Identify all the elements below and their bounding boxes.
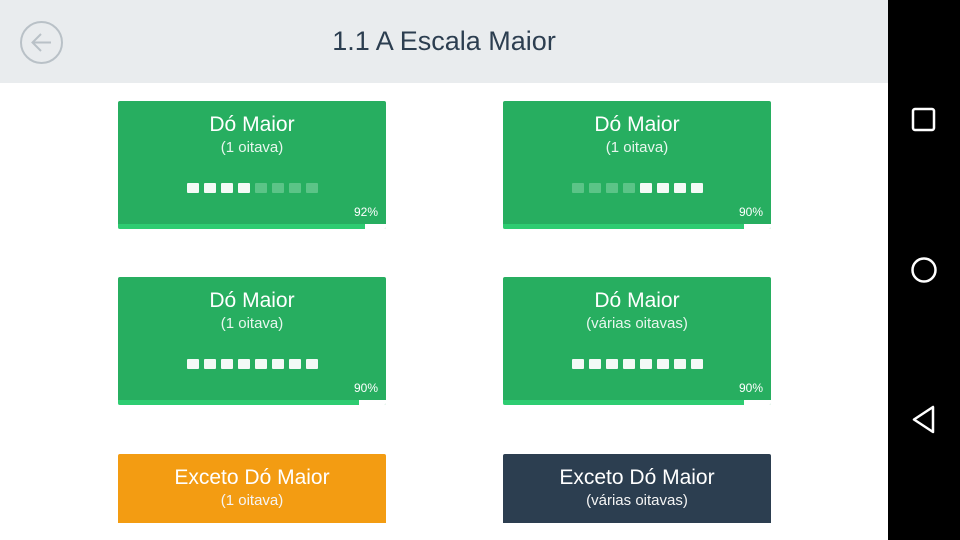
progress-dot-empty — [288, 183, 301, 193]
home-icon[interactable] — [888, 235, 960, 305]
progress-dot-empty — [588, 183, 601, 193]
progress-dot-filled — [690, 359, 703, 369]
card-subtitle: (várias oitavas) — [586, 492, 688, 509]
progress-dot-filled — [571, 359, 584, 369]
scale-card-3[interactable]: Dó Maior (1 oitava) 90% — [118, 277, 386, 405]
percent-label: 90% — [353, 381, 378, 395]
progress-dot-filled — [220, 183, 233, 193]
progress-dot-filled — [673, 183, 686, 193]
progress-dot-filled — [203, 359, 216, 369]
progress-dot-filled — [254, 359, 267, 369]
progress-dot-filled — [656, 183, 669, 193]
progress-fill — [118, 224, 365, 229]
recent-apps-icon[interactable] — [888, 85, 960, 155]
back-icon[interactable] — [888, 385, 960, 455]
progress-fill — [503, 400, 745, 405]
percent-label: 90% — [738, 381, 763, 395]
progress-dot-filled — [288, 359, 301, 369]
progress-dot-filled — [639, 359, 652, 369]
progress-fill — [118, 400, 360, 405]
progress-dot-empty — [254, 183, 267, 193]
progress-dot-filled — [305, 359, 318, 369]
progress-dot-filled — [673, 359, 686, 369]
progress-dot-filled — [639, 183, 652, 193]
progress-dots — [118, 359, 386, 369]
progress-dot-filled — [622, 359, 635, 369]
card-title: Dó Maior — [209, 289, 295, 312]
progress-dot-filled — [203, 183, 216, 193]
progress-dot-empty — [271, 183, 284, 193]
progress-dot-filled — [186, 359, 199, 369]
progress-bar — [503, 224, 771, 229]
card-subtitle: (1 oitava) — [220, 315, 284, 332]
scale-card-6[interactable]: Exceto Dó Maior (várias oitavas) — [503, 454, 771, 523]
android-nav-bar — [888, 0, 960, 540]
progress-dot-empty — [622, 183, 635, 193]
progress-dot-empty — [305, 183, 318, 193]
progress-dot-filled — [690, 183, 703, 193]
card-subtitle: (1 oitava) — [605, 139, 669, 156]
progress-bar — [118, 400, 386, 405]
card-subtitle: (1 oitava) — [220, 492, 284, 509]
progress-dots — [118, 183, 386, 193]
progress-dot-filled — [186, 183, 199, 193]
card-subtitle: (várias oitavas) — [586, 315, 688, 332]
card-title: Exceto Dó Maior — [559, 466, 715, 489]
scale-card-5[interactable]: Exceto Dó Maior (1 oitava) — [118, 454, 386, 523]
app-screen: 1.1 A Escala Maior Dó Maior (1 oitava) 9… — [0, 0, 888, 540]
progress-dot-empty — [605, 183, 618, 193]
percent-label: 92% — [353, 205, 378, 219]
progress-bar — [118, 224, 386, 229]
scale-card-4[interactable]: Dó Maior (várias oitavas) 90% — [503, 277, 771, 405]
progress-dot-filled — [237, 359, 250, 369]
progress-bar — [503, 400, 771, 405]
progress-dot-filled — [271, 359, 284, 369]
scale-card-1[interactable]: Dó Maior (1 oitava) 92% — [118, 101, 386, 229]
progress-dot-filled — [220, 359, 233, 369]
progress-dot-filled — [588, 359, 601, 369]
header-bar: 1.1 A Escala Maior — [0, 0, 888, 83]
card-title: Dó Maior — [594, 289, 680, 312]
page-title: 1.1 A Escala Maior — [332, 26, 556, 56]
card-title: Exceto Dó Maior — [174, 466, 330, 489]
progress-dot-empty — [571, 183, 584, 193]
progress-dots — [503, 183, 771, 193]
progress-dot-filled — [237, 183, 250, 193]
progress-fill — [503, 224, 745, 229]
percent-label: 90% — [738, 205, 763, 219]
progress-dots — [503, 359, 771, 369]
progress-dot-filled — [605, 359, 618, 369]
scale-card-2[interactable]: Dó Maior (1 oitava) 90% — [503, 101, 771, 229]
card-title: Dó Maior — [209, 113, 295, 136]
card-title: Dó Maior — [594, 113, 680, 136]
card-subtitle: (1 oitava) — [220, 139, 284, 156]
progress-dot-filled — [656, 359, 669, 369]
